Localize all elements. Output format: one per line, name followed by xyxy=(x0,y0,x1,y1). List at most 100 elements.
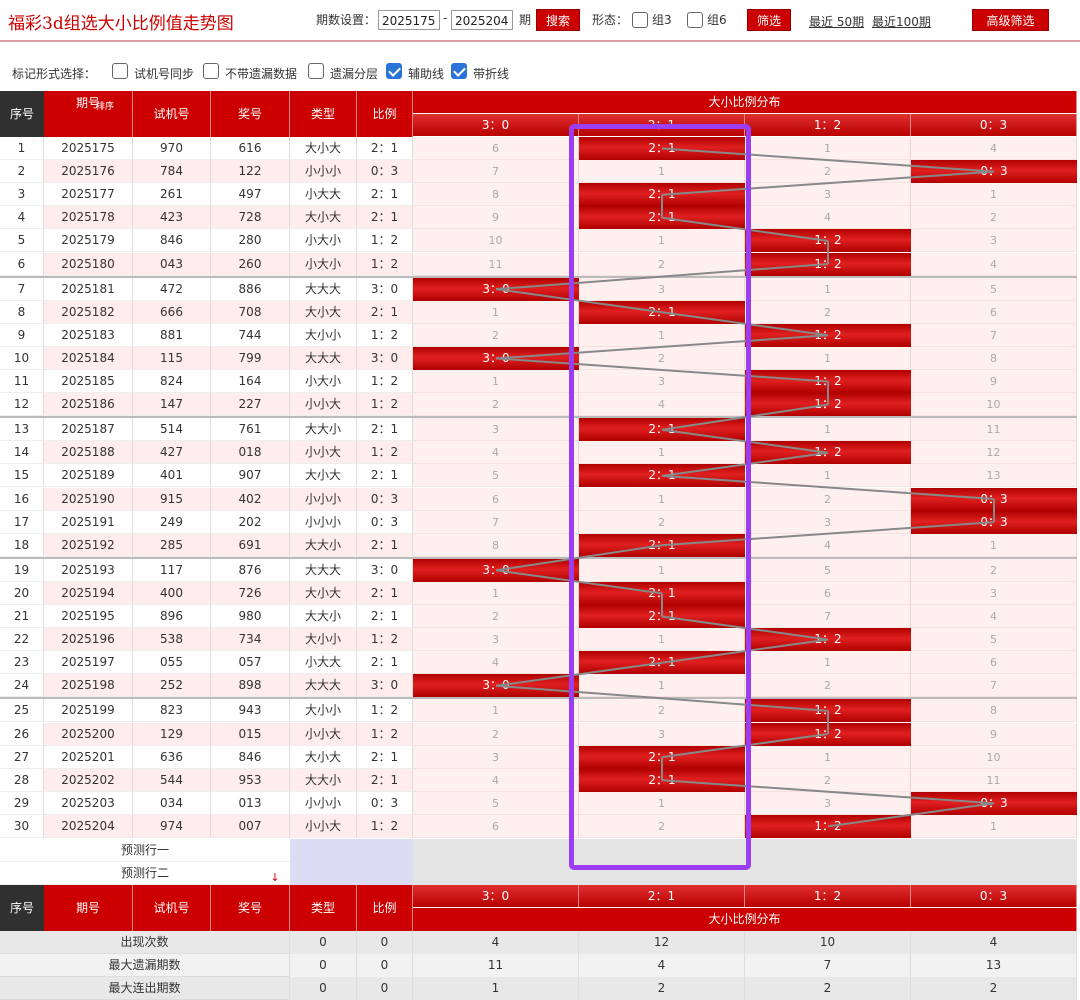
dist-hit-cell: 1：2 xyxy=(745,370,911,393)
dist-miss-cell: 6 xyxy=(413,487,579,511)
group3-checkbox[interactable] xyxy=(632,12,648,28)
row-prize-cell: 708 xyxy=(211,300,290,324)
row-type-cell: 大大大 xyxy=(290,346,357,370)
stat-dist-value: 13 xyxy=(911,954,1077,977)
row-trial-cell: 970 xyxy=(133,137,211,160)
row-type-cell: 大大大 xyxy=(290,674,357,698)
row-trial-cell: 427 xyxy=(133,441,211,465)
row-type-cell: 小小小 xyxy=(290,487,357,511)
row-trial-cell: 846 xyxy=(133,229,211,253)
end-issue-input[interactable]: 2025204 xyxy=(451,10,513,30)
row-issue-cell: 2025184 xyxy=(44,346,133,370)
option-checkbox-polyline[interactable] xyxy=(451,63,467,79)
row-trial-cell: 544 xyxy=(133,768,211,792)
row-type-cell: 大大小 xyxy=(290,533,357,557)
predict-input-cell[interactable] xyxy=(290,839,413,863)
predict-dist-cell[interactable] xyxy=(413,839,1077,863)
row-seq-cell: 27 xyxy=(0,745,44,769)
row-type-cell: 小小小 xyxy=(290,791,357,815)
row-trial-cell: 249 xyxy=(133,510,211,534)
row-type-cell: 大大小 xyxy=(290,768,357,792)
group3-label: 组3 xyxy=(652,13,672,27)
row-issue-cell: 2025190 xyxy=(44,487,133,511)
row-issue-cell: 2025204 xyxy=(44,814,133,838)
dist-miss-cell: 1 xyxy=(579,487,745,511)
dist-hit-cell: 2：1 xyxy=(579,533,745,557)
row-prize-cell: 876 xyxy=(211,558,290,582)
row-issue-cell: 2025193 xyxy=(44,558,133,582)
dist-miss-cell: 6 xyxy=(911,651,1077,675)
row-seq-cell: 29 xyxy=(0,791,44,815)
dist-miss-cell: 3 xyxy=(745,183,911,207)
option-checkbox-no-miss[interactable] xyxy=(203,63,219,79)
row-seq-cell: 7 xyxy=(0,277,44,301)
header-seq: 序号 xyxy=(0,91,44,137)
recent100-link[interactable]: 最近100期 xyxy=(872,13,931,30)
dist-hit-cell: 0：3 xyxy=(911,791,1077,815)
row-seq-cell: 19 xyxy=(0,558,44,582)
option-checkbox-trial-sync[interactable] xyxy=(112,63,128,79)
dist-miss-cell: 1 xyxy=(413,370,579,393)
row-issue-cell: 2025196 xyxy=(44,628,133,652)
dist-hit-cell: 2：1 xyxy=(579,300,745,324)
row-prize-cell: 260 xyxy=(211,252,290,276)
row-trial-cell: 400 xyxy=(133,581,211,605)
row-trial-cell: 401 xyxy=(133,464,211,488)
footer-header-type: 类型 xyxy=(290,885,357,931)
row-ratio-cell: 3：0 xyxy=(357,674,413,698)
row-ratio-cell: 2：1 xyxy=(357,206,413,230)
dist-hit-cell: 3：0 xyxy=(413,558,579,582)
dist-miss-cell: 1 xyxy=(745,745,911,769)
row-prize-cell: 726 xyxy=(211,581,290,605)
row-prize-cell: 691 xyxy=(211,533,290,557)
row-prize-cell: 734 xyxy=(211,628,290,652)
dist-miss-cell: 7 xyxy=(413,160,579,184)
dist-hit-cell: 2：1 xyxy=(579,581,745,605)
option-checkbox-aux-line[interactable] xyxy=(386,63,402,79)
dist-miss-cell: 6 xyxy=(911,300,1077,324)
start-issue-input[interactable]: 2025175 xyxy=(378,10,440,30)
option-checkbox-miss-layer[interactable] xyxy=(308,63,324,79)
dist-hit-cell: 2：1 xyxy=(579,137,745,160)
row-seq-cell: 9 xyxy=(0,323,44,347)
sort-toggle[interactable]: 排序 xyxy=(92,101,118,113)
header-type: 类型 xyxy=(290,91,357,137)
filter-button[interactable]: 筛选 xyxy=(747,9,791,31)
header-dist-col: 2：1 xyxy=(579,114,745,136)
row-trial-cell: 472 xyxy=(133,277,211,301)
row-trial-cell: 115 xyxy=(133,346,211,370)
advanced-filter-button[interactable]: 高级筛选 xyxy=(972,9,1049,31)
dist-miss-cell: 1 xyxy=(745,464,911,488)
row-trial-cell: 043 xyxy=(133,252,211,276)
predict-dist-cell[interactable] xyxy=(413,862,1077,886)
dist-hit-cell: 1：2 xyxy=(745,393,911,417)
dist-miss-cell: 3 xyxy=(413,745,579,769)
dist-hit-cell: 0：3 xyxy=(911,487,1077,511)
row-prize-cell: 907 xyxy=(211,464,290,488)
predict-input-cell[interactable] xyxy=(290,862,413,886)
row-type-cell: 大小大 xyxy=(290,300,357,324)
row-seq-cell: 23 xyxy=(0,651,44,675)
header-dist-col: 1：2 xyxy=(745,114,911,136)
dist-hit-cell: 1：2 xyxy=(745,323,911,347)
search-button[interactable]: 搜索 xyxy=(536,9,580,31)
header-issue[interactable]: 期号 xyxy=(44,91,133,137)
dist-hit-cell: 2：1 xyxy=(579,183,745,207)
row-trial-cell: 055 xyxy=(133,651,211,675)
row-type-cell: 小小大 xyxy=(290,814,357,838)
dist-miss-cell: 1 xyxy=(579,558,745,582)
row-ratio-cell: 1：2 xyxy=(357,370,413,393)
row-ratio-cell: 2：1 xyxy=(357,745,413,769)
recent50-link[interactable]: 最近 50期 xyxy=(809,13,864,30)
dist-hit-cell: 0：3 xyxy=(911,160,1077,184)
dist-miss-cell: 2 xyxy=(413,722,579,746)
row-ratio-cell: 1：2 xyxy=(357,722,413,746)
row-prize-cell: 744 xyxy=(211,323,290,347)
period-setting-label: 期数设置： xyxy=(316,13,377,27)
row-seq-cell: 22 xyxy=(0,628,44,652)
page-title: 福彩3d组选大小比例值走势图 xyxy=(8,14,234,34)
dist-hit-cell: 2：1 xyxy=(579,768,745,792)
row-ratio-cell: 0：3 xyxy=(357,791,413,815)
group6-checkbox[interactable] xyxy=(687,12,703,28)
dist-miss-cell: 9 xyxy=(911,370,1077,393)
